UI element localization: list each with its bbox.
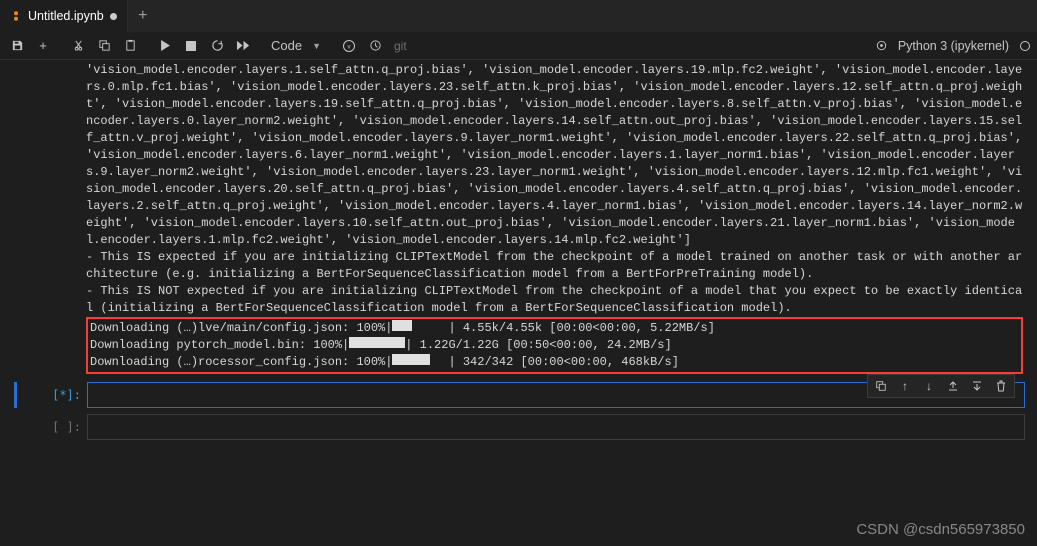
time-button[interactable] [364, 35, 386, 57]
tab-bar: Untitled.ipynb + [0, 0, 1037, 32]
run-all-button[interactable] [232, 35, 254, 57]
cell-run-indicator [14, 382, 17, 408]
cell-output-expected: - This IS expected if you are initializi… [86, 249, 1023, 283]
stop-button[interactable] [180, 35, 202, 57]
celltype-select[interactable]: Code ▼ [267, 36, 325, 55]
download-progress-line: Downloading (…)rocessor_config.json: 100… [90, 354, 1019, 371]
watermark: CSDN @csdn565973850 [856, 521, 1025, 538]
paste-button[interactable] [119, 35, 141, 57]
notebook-toolbar: + Code ▼ v git Python 3 (ipykernel) [0, 32, 1037, 60]
save-button[interactable] [6, 35, 28, 57]
cell-output-notexpected: - This IS NOT expected if you are initia… [86, 283, 1023, 317]
new-tab-button[interactable]: + [128, 0, 158, 32]
move-cell-up-button[interactable]: ↑ [894, 376, 916, 396]
kernel-status-icon [875, 39, 888, 52]
cell-action-toolbar: ↑ ↓ [867, 374, 1015, 398]
notebook-area: 'vision_model.encoder.layers.1.self_attn… [0, 60, 1037, 440]
tab-title: Untitled.ipynb [28, 9, 104, 23]
variable-inspector-button[interactable]: v [338, 35, 360, 57]
kernel-selector[interactable]: Python 3 (ipykernel) [894, 39, 1013, 53]
git-button[interactable]: git [390, 35, 411, 57]
cut-button[interactable] [67, 35, 89, 57]
insert-above-button[interactable] [942, 376, 964, 396]
download-progress-line: Downloading pytorch_model.bin: 100%|| 1.… [90, 337, 1019, 354]
modified-indicator [110, 13, 117, 20]
restart-button[interactable] [206, 35, 228, 57]
copy-button[interactable] [93, 35, 115, 57]
cell-prompt: [*]: [23, 382, 81, 402]
code-cell[interactable]: [ ]: [14, 414, 1025, 440]
insert-below-button[interactable] [966, 376, 988, 396]
download-progress-line: Downloading (…)lve/main/config.json: 100… [90, 320, 1019, 337]
kernel-idle-icon [1019, 40, 1031, 52]
download-highlight: Downloading (…)lve/main/config.json: 100… [86, 317, 1023, 374]
jupyter-icon [10, 10, 22, 22]
chevron-down-icon: ▼ [312, 41, 321, 51]
run-button[interactable] [154, 35, 176, 57]
code-input[interactable] [87, 414, 1025, 440]
cell-run-indicator [14, 414, 17, 440]
move-cell-down-button[interactable]: ↓ [918, 376, 940, 396]
cell-prompt: [ ]: [23, 414, 81, 434]
celltype-label: Code [271, 38, 302, 53]
cell-output-text: 'vision_model.encoder.layers.1.self_attn… [86, 62, 1023, 249]
delete-cell-button[interactable] [990, 376, 1012, 396]
file-tab[interactable]: Untitled.ipynb [0, 0, 128, 32]
add-cell-button[interactable]: + [32, 35, 54, 57]
duplicate-cell-button[interactable] [870, 376, 892, 396]
svg-text:v: v [348, 44, 351, 50]
